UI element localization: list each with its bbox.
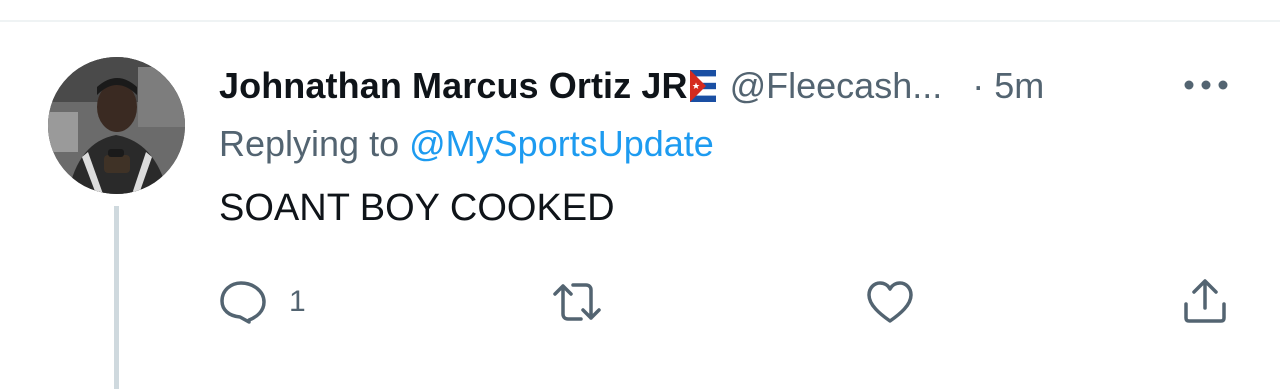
thread-line: [114, 206, 119, 389]
like-button[interactable]: [866, 280, 914, 324]
share-button[interactable]: [1182, 278, 1228, 324]
timestamp[interactable]: 5m: [994, 65, 1044, 107]
replying-to-mention[interactable]: @MySportsUpdate: [409, 123, 714, 164]
retweet-button[interactable]: [551, 280, 603, 324]
reply-count: 1: [289, 285, 306, 318]
reply-bubble-icon: [220, 281, 266, 324]
retweet-icon: [553, 283, 601, 321]
cuba-flag-icon: [689, 70, 716, 102]
user-handle[interactable]: @Fleecash...: [730, 65, 943, 107]
top-divider: [0, 20, 1280, 22]
share-upload-icon: [1184, 279, 1226, 323]
more-dots-icon[interactable]: [1183, 74, 1229, 96]
tweet-text: SOANT BOY COOKED: [219, 187, 615, 229]
display-name[interactable]: Johnathan Marcus Ortiz JR: [219, 65, 688, 107]
replying-to-line: Replying to @MySportsUpdate: [219, 123, 714, 165]
separator-dot: ·: [972, 65, 985, 106]
avatar-photo: [48, 57, 185, 194]
heart-icon: [867, 281, 913, 323]
replying-prefix: Replying to: [219, 123, 400, 164]
tweet-header: Johnathan Marcus Ortiz JR @Fleecash... ·…: [219, 61, 1044, 111]
avatar[interactable]: [48, 57, 185, 194]
reply-button[interactable]: 1: [219, 280, 306, 324]
